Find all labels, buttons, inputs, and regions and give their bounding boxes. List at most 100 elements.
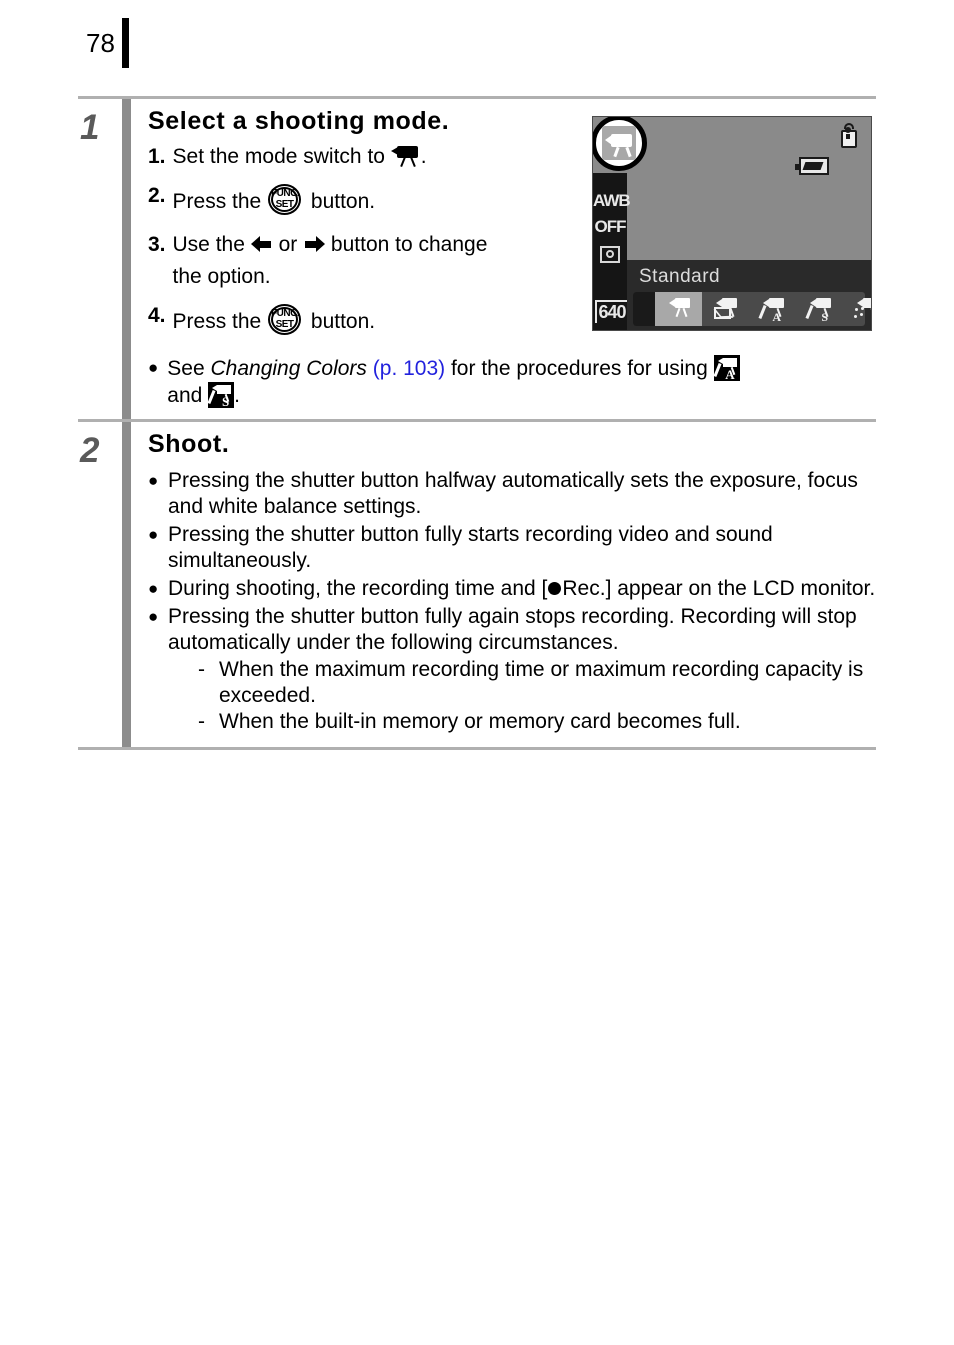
movie-mode-option-standard[interactable] xyxy=(655,292,702,326)
left-arrow-icon xyxy=(250,234,273,254)
step-2-number-cell: 2 xyxy=(78,422,122,747)
note-and: and xyxy=(167,384,203,407)
right-arrow-icon xyxy=(303,234,326,254)
substep-2-post: button. xyxy=(305,190,376,213)
metering-mode-icon xyxy=(600,246,620,263)
white-balance-indicator: AWB xyxy=(593,191,631,210)
substep-2-text: Press the FUNC. SET button. xyxy=(173,184,618,217)
substep-1-number: 1. xyxy=(148,145,166,168)
step-2-body: Shoot. ● Pressing the shutter button hal… xyxy=(131,422,876,747)
bullet-item: ● Pressing the shutter button fully star… xyxy=(148,522,876,574)
compact-movie-icon xyxy=(711,296,741,322)
substep-1-text: Set the mode switch to . xyxy=(173,145,618,168)
bullet-item: ● During shooting, the recording time an… xyxy=(148,576,876,602)
func-set-button-icon: FUNC. SET xyxy=(267,184,305,217)
subbullet-item: - When the built-in memory or memory car… xyxy=(198,709,876,735)
section-rule-bottom xyxy=(78,747,876,750)
substep-3-post: button to change xyxy=(325,233,488,256)
bullet-3-post: Rec.] appear on the LCD monitor. xyxy=(562,577,876,600)
bullet-4-group: Pressing the shutter button fully again … xyxy=(168,604,876,735)
substep-3: 3. Use the or button to change the option… xyxy=(148,233,618,288)
microphone-icon xyxy=(839,123,859,149)
record-dot-icon xyxy=(548,582,562,595)
changing-colors-note: ● See Changing Colors (p. 103) for the p… xyxy=(148,355,938,409)
step-2-title: Shoot. xyxy=(148,430,230,458)
step-2-subbullet-list: - When the maximum recording time or max… xyxy=(198,657,876,735)
substep-4-post: button. xyxy=(305,310,376,333)
my-colors-movie-icon xyxy=(852,296,871,322)
step-1-divider xyxy=(122,99,131,419)
note-middle: for the procedures for using xyxy=(445,357,714,380)
movie-mode-option-color-swap[interactable]: S xyxy=(796,292,843,326)
substep-1-pre: Set the mode switch to xyxy=(172,145,391,168)
bullet-dot: ● xyxy=(148,579,159,598)
lcd-mode-selection-panel: Standard A S xyxy=(627,260,871,330)
substep-2-pre: Press the xyxy=(172,190,268,213)
bullet-item: ● Pressing the shutter button halfway au… xyxy=(148,468,876,520)
header-rule xyxy=(122,18,129,68)
option-bar-lead-cap xyxy=(633,292,655,326)
movie-camera-icon xyxy=(390,145,421,168)
movie-mode-option-my-colors[interactable] xyxy=(843,292,871,326)
substep-3-pre: Use the xyxy=(172,233,251,256)
movie-mode-option-bar: A S xyxy=(633,292,871,326)
page-number: 78 xyxy=(86,28,115,58)
movie-mode-option-compact[interactable] xyxy=(702,292,749,326)
page-header: 78 xyxy=(70,18,890,70)
bullet-3-pre: During shooting, the recording time and … xyxy=(168,577,548,600)
color-swap-letter: S xyxy=(821,310,828,324)
color-swap-movie-icon: S xyxy=(805,296,835,324)
subbullet-2-text: When the built-in memory or memory card … xyxy=(219,710,741,733)
substep-3-line2: the option. xyxy=(172,265,271,288)
bullet-dot: ● xyxy=(148,358,159,377)
bullet-dot: ● xyxy=(148,525,159,544)
flash-off-indicator: OFF xyxy=(594,217,627,236)
color-accent-letter: A xyxy=(772,310,781,324)
step-2: 2 Shoot. ● Pressing the shutter button h… xyxy=(78,422,876,747)
color-swap-icon: S xyxy=(207,382,235,408)
lcd-monitor-illustration: AWB OFF 640 Standard A S xyxy=(592,116,872,331)
note-lead: See xyxy=(167,357,211,380)
bullet-3-text: During shooting, the recording time and … xyxy=(168,576,876,602)
step-1-number-cell: 1 xyxy=(78,99,122,419)
dash-marker: - xyxy=(198,658,205,681)
step-2-divider xyxy=(122,422,131,747)
bullet-2-text: Pressing the shutter button fully starts… xyxy=(168,523,773,572)
page-reference-link[interactable]: (p. 103) xyxy=(373,357,445,380)
substep-4-number: 4. xyxy=(148,304,166,327)
note-italic-title: Changing Colors xyxy=(210,357,367,380)
resolution-indicator: 640 xyxy=(595,300,627,323)
substep-4-text: Press the FUNC. SET button. xyxy=(173,304,618,337)
substep-1-post: . xyxy=(420,145,427,168)
step-2-number: 2 xyxy=(80,431,99,470)
movie-mode-icon xyxy=(593,117,647,171)
step-1-substeps: 1. Set the mode switch to . 2. Press the… xyxy=(148,145,618,337)
subbullet-1-text: When the maximum recording time or maxim… xyxy=(219,658,864,707)
substep-4: 4. Press the FUNC. SET button. xyxy=(148,304,618,337)
func-set-button-icon: FUNC. SET xyxy=(267,304,305,337)
dash-marker: - xyxy=(198,710,205,733)
substep-3-mid: or xyxy=(272,233,304,256)
substep-3-text: Use the or button to change the option. xyxy=(173,233,618,288)
substep-1: 1. Set the mode switch to . xyxy=(148,145,618,168)
substep-4-pre: Press the xyxy=(172,310,268,333)
bullet-item: ● Pressing the shutter button fully agai… xyxy=(148,604,876,735)
substep-2-number: 2. xyxy=(148,184,166,207)
note-period: . xyxy=(234,384,241,407)
color-accent-movie-icon: A xyxy=(758,296,788,324)
battery-icon xyxy=(795,157,829,175)
lcd-left-info-column: AWB OFF 640 xyxy=(593,173,631,330)
step-2-bullet-list: ● Pressing the shutter button halfway au… xyxy=(148,468,876,735)
subbullet-item: - When the maximum recording time or max… xyxy=(198,657,876,709)
bullet-1-text: Pressing the shutter button halfway auto… xyxy=(168,469,858,518)
bullet-dot: ● xyxy=(148,471,159,490)
movie-mode-option-color-accent[interactable]: A xyxy=(749,292,796,326)
bullet-4-text: Pressing the shutter button fully again … xyxy=(168,605,857,654)
standard-movie-icon xyxy=(664,296,694,322)
changing-colors-note-text: See Changing Colors (p. 103) for the pro… xyxy=(167,355,740,409)
substep-2: 2. Press the FUNC. SET button. xyxy=(148,184,618,217)
selected-mode-label: Standard xyxy=(639,266,721,287)
bullet-dot: ● xyxy=(148,607,159,626)
color-accent-icon: A xyxy=(713,355,740,381)
step-1-number: 1 xyxy=(80,108,99,147)
